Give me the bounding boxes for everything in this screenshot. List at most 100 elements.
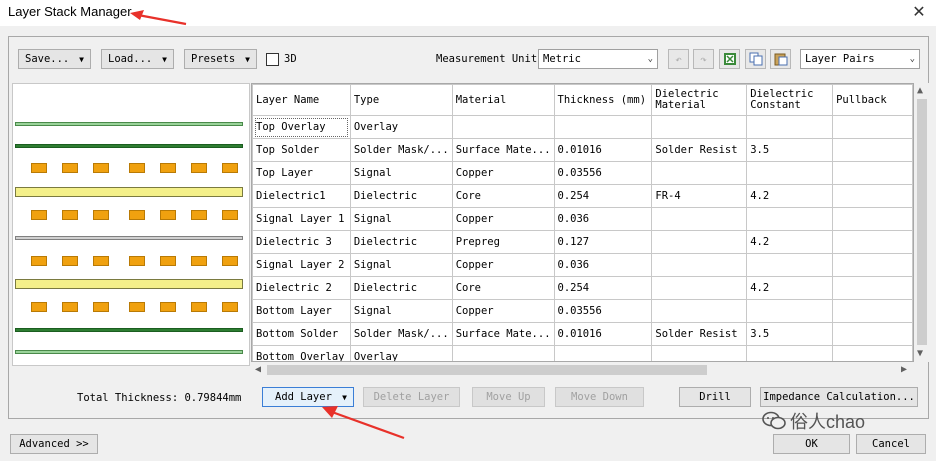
table-cell[interactable]: 0.03556: [553, 299, 653, 323]
move-up-button[interactable]: Move Up: [472, 387, 545, 407]
table-cell[interactable]: Signal: [349, 299, 453, 323]
impedance-calculation-button[interactable]: Impedance Calculation...: [760, 387, 918, 407]
copy-icon[interactable]: [745, 49, 766, 69]
scrollbar-thumb[interactable]: [267, 365, 707, 375]
table-cell[interactable]: Signal: [349, 207, 453, 231]
table-cell[interactable]: Solder Resist: [651, 138, 748, 162]
table-cell[interactable]: Dielectric 2: [252, 276, 351, 300]
table-cell[interactable]: [832, 184, 913, 208]
table-cell[interactable]: Bottom Layer: [252, 299, 351, 323]
export-excel-icon[interactable]: [719, 49, 740, 69]
table-cell[interactable]: [451, 345, 555, 361]
table-cell[interactable]: [832, 161, 913, 185]
table-cell[interactable]: [651, 207, 748, 231]
column-header-dielectric-constant[interactable]: Dielectric Constant: [746, 84, 834, 116]
title-bar[interactable]: Layer Stack Manager ✕: [0, 0, 936, 26]
close-icon[interactable]: ✕: [910, 2, 928, 22]
measurement-unit-select[interactable]: Metric ⌄: [538, 49, 658, 69]
chevron-down-icon[interactable]: ▼: [342, 393, 347, 402]
table-cell[interactable]: Dielectric1: [252, 184, 351, 208]
table-cell[interactable]: Overlay: [349, 115, 453, 139]
column-header-layer-name[interactable]: Layer Name: [252, 84, 351, 116]
cancel-button[interactable]: Cancel: [856, 434, 926, 454]
table-row[interactable]: Signal Layer 2 Signal Copper 0.036: [252, 253, 913, 277]
scroll-down-icon[interactable]: ▼: [917, 348, 923, 359]
table-cell[interactable]: Signal: [349, 161, 453, 185]
load-button[interactable]: Load... ▼: [101, 49, 174, 69]
table-cell[interactable]: [651, 276, 748, 300]
table-cell[interactable]: [746, 115, 834, 139]
table-cell[interactable]: 0.254: [553, 276, 653, 300]
ok-button[interactable]: OK: [773, 434, 850, 454]
table-cell[interactable]: Prepreg: [451, 230, 555, 254]
table-cell[interactable]: [832, 253, 913, 277]
table-cell[interactable]: Top Overlay: [252, 115, 351, 139]
table-cell[interactable]: Dielectric: [349, 184, 453, 208]
column-header-material[interactable]: Material: [451, 84, 555, 116]
table-row[interactable]: Dielectric 2 Dielectric Core 0.254 4.2: [252, 276, 913, 300]
table-cell[interactable]: [651, 161, 748, 185]
checkbox-3d[interactable]: [266, 53, 279, 66]
move-down-button[interactable]: Move Down: [555, 387, 644, 407]
table-cell[interactable]: [651, 115, 748, 139]
table-cell[interactable]: [651, 299, 748, 323]
table-cell[interactable]: 4.2: [746, 230, 834, 254]
table-row[interactable]: Top Solder Solder Mask/... Surface Mate.…: [252, 138, 913, 162]
layer-grid[interactable]: Layer Name Type Material Thickness (mm) …: [251, 83, 914, 362]
scroll-right-icon[interactable]: ▶: [901, 364, 907, 375]
table-cell[interactable]: [651, 345, 748, 361]
table-cell[interactable]: 0.01016: [553, 322, 653, 346]
table-cell[interactable]: Dielectric 3: [252, 230, 351, 254]
table-cell[interactable]: [832, 230, 913, 254]
table-cell[interactable]: [832, 276, 913, 300]
table-cell[interactable]: [746, 299, 834, 323]
table-cell[interactable]: Signal Layer 1: [252, 207, 351, 231]
drill-button[interactable]: Drill: [679, 387, 751, 407]
table-cell[interactable]: 0.036: [553, 253, 653, 277]
table-cell[interactable]: [832, 322, 913, 346]
table-cell[interactable]: 0.254: [553, 184, 653, 208]
table-cell[interactable]: [651, 253, 748, 277]
undo-icon[interactable]: ↶: [668, 49, 689, 69]
table-row[interactable]: Bottom Layer Signal Copper 0.03556: [252, 299, 913, 323]
delete-layer-button[interactable]: Delete Layer: [363, 387, 460, 407]
column-header-type[interactable]: Type: [349, 84, 453, 116]
paste-icon[interactable]: [770, 49, 791, 69]
table-cell[interactable]: 3.5: [746, 138, 834, 162]
table-cell[interactable]: [832, 138, 913, 162]
presets-button[interactable]: Presets ▼: [184, 49, 257, 69]
table-cell[interactable]: Solder Mask/...: [349, 322, 453, 346]
table-cell[interactable]: Surface Mate...: [451, 138, 555, 162]
table-cell[interactable]: Top Layer: [252, 161, 351, 185]
table-cell[interactable]: 0.01016: [553, 138, 653, 162]
table-cell[interactable]: 3.5: [746, 322, 834, 346]
save-button[interactable]: Save... ▼: [18, 49, 91, 69]
table-cell[interactable]: Copper: [451, 299, 555, 323]
table-cell[interactable]: Signal: [349, 253, 453, 277]
table-cell[interactable]: Surface Mate...: [451, 322, 555, 346]
scroll-left-icon[interactable]: ◀: [255, 364, 261, 375]
table-cell[interactable]: Signal Layer 2: [252, 253, 351, 277]
table-cell[interactable]: Overlay: [349, 345, 453, 361]
table-cell[interactable]: Solder Resist: [651, 322, 748, 346]
table-cell[interactable]: 0.03556: [553, 161, 653, 185]
table-cell[interactable]: [553, 345, 653, 361]
table-cell[interactable]: FR-4: [651, 184, 748, 208]
layer-pairs-select[interactable]: Layer Pairs ⌄: [800, 49, 920, 69]
table-cell[interactable]: Dielectric: [349, 230, 453, 254]
table-cell[interactable]: Copper: [451, 161, 555, 185]
table-cell[interactable]: [553, 115, 653, 139]
scrollbar-thumb[interactable]: [917, 99, 927, 345]
table-cell[interactable]: [451, 115, 555, 139]
table-cell[interactable]: Core: [451, 184, 555, 208]
table-row[interactable]: Bottom Overlay Overlay: [252, 345, 913, 361]
table-cell[interactable]: Copper: [451, 207, 555, 231]
table-row[interactable]: Dielectric1 Dielectric Core 0.254 FR-4 4…: [252, 184, 913, 208]
table-cell[interactable]: 4.2: [746, 276, 834, 300]
scroll-up-icon[interactable]: ▲: [917, 85, 923, 96]
table-cell[interactable]: Core: [451, 276, 555, 300]
add-layer-button[interactable]: Add Layer ▼: [262, 387, 354, 407]
table-cell[interactable]: [832, 345, 913, 361]
table-cell[interactable]: 4.2: [746, 184, 834, 208]
column-header-dielectric-material[interactable]: Dielectric Material: [651, 84, 748, 116]
